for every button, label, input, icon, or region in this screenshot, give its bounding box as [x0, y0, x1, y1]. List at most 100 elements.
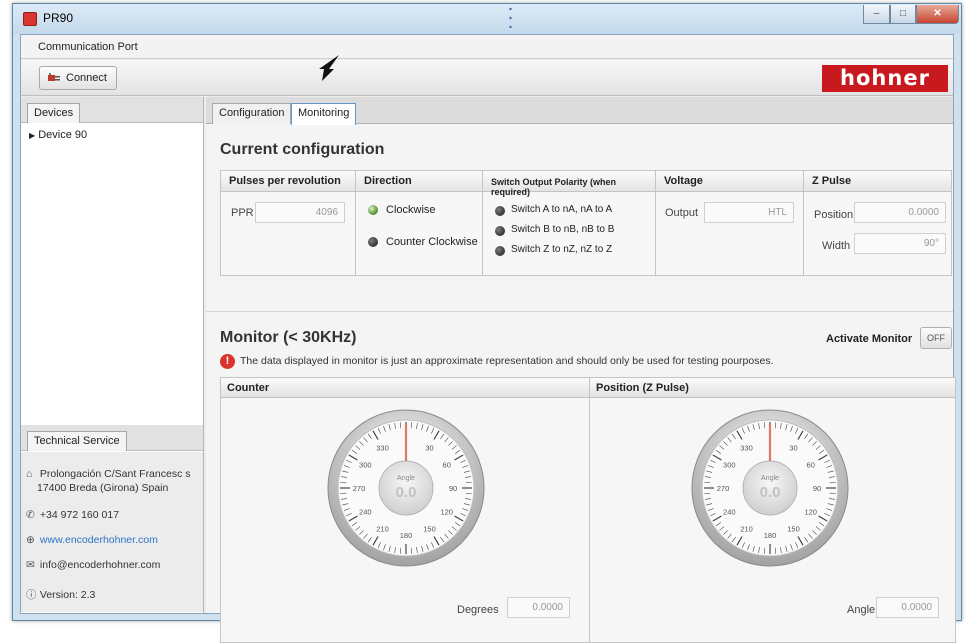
gauge-dial-label: 30 [789, 443, 797, 452]
close-button[interactable]: ✕ [916, 5, 959, 24]
pulses-column: Pulses per revolution PPR 4096 [221, 171, 356, 275]
minimize-button[interactable]: – [863, 5, 890, 24]
info-icon: ⓘ [26, 589, 37, 601]
toolbar: Connect hohner [21, 60, 953, 96]
divider [206, 311, 953, 312]
position-label: Position [814, 209, 854, 221]
menu-communication-port[interactable]: Communication Port [38, 41, 138, 53]
degrees-label: Degrees [457, 604, 499, 616]
connect-label: Connect [66, 72, 107, 84]
switch-z-label: Switch Z to nZ, nZ to Z [511, 244, 613, 255]
output-field[interactable]: HTL [704, 202, 794, 223]
phone-icon: ✆ [26, 509, 35, 521]
window-title: PR90 [43, 11, 74, 25]
output-label: Output [665, 207, 699, 219]
gauge-dial-label: 90 [813, 484, 821, 493]
counter-gauge: 330 30 300 60 270 90 240 120 210 150 180 Angle 0.0 [327, 409, 485, 567]
hohner-logo: hohner [822, 65, 948, 92]
warning-text: The data displayed in monitor is just an… [240, 355, 774, 367]
devices-tab[interactable]: Devices [27, 103, 81, 123]
ppr-label: PPR [231, 207, 254, 219]
home-icon: ⌂ [26, 468, 33, 480]
connect-button[interactable]: Connect [39, 66, 117, 90]
monitor-title: Monitor (< 30KHz) [220, 329, 357, 346]
tab-monitoring[interactable]: Monitoring [291, 103, 357, 125]
switch-z-led-icon [495, 246, 505, 256]
voltage-column: Voltage Output HTL [656, 171, 804, 275]
activate-monitor-label: Activate Monitor [826, 333, 913, 345]
angle-label: Angle [847, 604, 876, 616]
address-line1: Prolongación C/Sant Francesc s [39, 468, 191, 480]
switch-a-label: Switch A to nA, nA to A [511, 204, 613, 215]
maximize-button[interactable]: □ [890, 5, 916, 24]
counter-clockwise-led-icon [368, 237, 378, 247]
gauge-dial-label: 60 [807, 461, 815, 470]
gauge-dial-label: 270 [353, 484, 366, 493]
direction-header: Direction [356, 171, 482, 192]
gauge-dial-label: 30 [425, 443, 433, 452]
address-line2: 17400 Breda (Girona) Spain [37, 482, 169, 494]
client-area: Communication Port Connect hohner Device… [20, 34, 956, 643]
address-row: ⌂ Prolongación C/Sant Francesc s [26, 468, 202, 480]
degrees-field[interactable]: 0.0000 [507, 597, 570, 618]
tab-configuration[interactable]: Configuration [212, 103, 292, 124]
counter-clockwise-label: Counter Clockwise [386, 236, 478, 248]
annotation-arrow-icon [319, 55, 339, 81]
gauge-dial-label: 60 [443, 461, 451, 470]
website-row: ⊕ www.encoderhohner.com [26, 534, 202, 546]
gauge-dial-label: 300 [359, 461, 372, 470]
gauge-value: 0.0 [760, 484, 781, 501]
position-field[interactable]: 0.0000 [854, 202, 946, 223]
gauge-label: Angle [761, 475, 779, 482]
warning-icon: ! [220, 354, 235, 369]
monitor-toggle-button[interactable]: OFF [920, 327, 952, 349]
devices-header: Devices [21, 97, 203, 123]
technical-service-tab[interactable]: Technical Service [27, 431, 127, 451]
expand-arrow-icon[interactable]: ▶ [29, 131, 35, 140]
app-window: PR90 – □ ✕ Communication Port Connect ho… [12, 3, 962, 643]
title-bar: PR90 – □ ✕ [13, 4, 961, 34]
counter-header: Counter [221, 378, 589, 398]
phone-row: ✆ +34 972 160 017 [26, 509, 202, 521]
width-field[interactable]: 90° [854, 233, 946, 254]
gauge-dial-label: 330 [740, 443, 753, 452]
counter-panel: Counter 330 30 300 60 270 90 240 120 210 150 180 An… [220, 377, 590, 643]
angle-field[interactable]: 0.0000 [876, 597, 939, 618]
clockwise-label: Clockwise [386, 204, 436, 216]
gauge-dial-label: 210 [376, 525, 389, 534]
gauge-dial-label: 210 [740, 525, 753, 534]
gauge-dial-label: 270 [717, 484, 730, 493]
version-row: ⓘ Version: 2.3 [26, 587, 202, 602]
position-gauge: 330 30 300 60 270 90 240 120 210 150 180 Angle 0.0 [691, 409, 849, 567]
gauge-dial-label: 120 [804, 508, 817, 517]
email-row: ✉ info@encoderhohner.com [26, 559, 202, 571]
gauge-dial-label: 240 [359, 508, 372, 517]
gauge-dial-label: 240 [723, 508, 736, 517]
config-title: Current configuration [220, 141, 385, 158]
position-panel: Position (Z Pulse) 330 30 300 60 270 90 240 120… [589, 377, 956, 643]
gauge-dial-label: 150 [787, 525, 800, 534]
gauge-dial-label: 90 [449, 484, 457, 493]
website-link[interactable]: www.encoderhohner.com [40, 534, 158, 546]
tree-item-device[interactable]: ▶ Device 90 [29, 129, 87, 141]
phone-text: +34 972 160 017 [39, 509, 120, 521]
gauge-value: 0.0 [396, 484, 417, 501]
globe-icon: ⊕ [26, 534, 35, 546]
gauge-dial-label: 120 [440, 508, 453, 517]
switch-a-led-icon [495, 206, 505, 216]
pulses-header: Pulses per revolution [221, 171, 355, 192]
mail-icon: ✉ [26, 559, 35, 571]
plug-icon [48, 73, 60, 81]
clockwise-led-icon [368, 205, 378, 215]
width-label: Width [822, 240, 851, 252]
ppr-field[interactable]: 4096 [255, 202, 345, 223]
gauge-label: Angle [397, 475, 415, 482]
direction-column: Direction Clockwise Counter Clockwise [356, 171, 483, 275]
drag-handle-icon [509, 7, 512, 29]
tabs-bar: Configuration Monitoring [206, 97, 953, 125]
switch-column: Switch Output Polarity (when required) S… [483, 171, 656, 275]
version-text: Version: 2.3 [39, 589, 96, 601]
voltage-header: Voltage [656, 171, 803, 192]
gauge-dial-label: 150 [423, 525, 436, 534]
gauge-dial-label: 300 [723, 461, 736, 470]
